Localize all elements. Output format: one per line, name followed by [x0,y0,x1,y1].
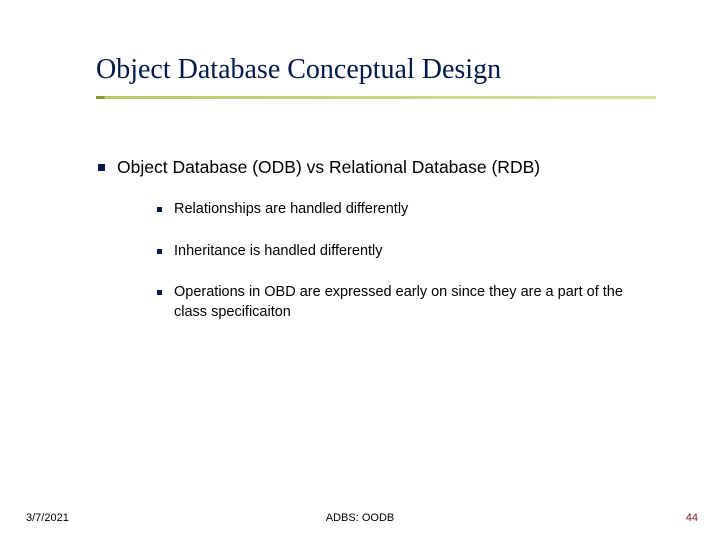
level1-text: Object Database (ODB) vs Relational Data… [117,157,540,178]
square-bullet-icon [157,207,162,212]
level2-text: Operations in OBD are expressed early on… [174,283,637,322]
level2-text: Relationships are handled differently [174,200,408,220]
slide-title: Object Database Conceptual Design [96,54,501,86]
square-bullet-icon [157,290,162,295]
slide: Object Database Conceptual Design Object… [0,0,720,540]
level2-text: Inheritance is handled differently [174,242,383,262]
list-item: Operations in OBD are expressed early on… [157,283,637,322]
square-bullet-icon [157,249,162,254]
bullet-level1: Object Database (ODB) vs Relational Data… [98,157,540,178]
title-underline [96,96,656,99]
list-item: Inheritance is handled differently [157,242,637,262]
footer-page-number: 44 [686,512,698,524]
square-bullet-icon [98,164,105,171]
level2-list: Relationships are handled differently In… [157,200,637,344]
footer-center: ADBS: OODB [0,512,720,524]
list-item: Relationships are handled differently [157,200,637,220]
